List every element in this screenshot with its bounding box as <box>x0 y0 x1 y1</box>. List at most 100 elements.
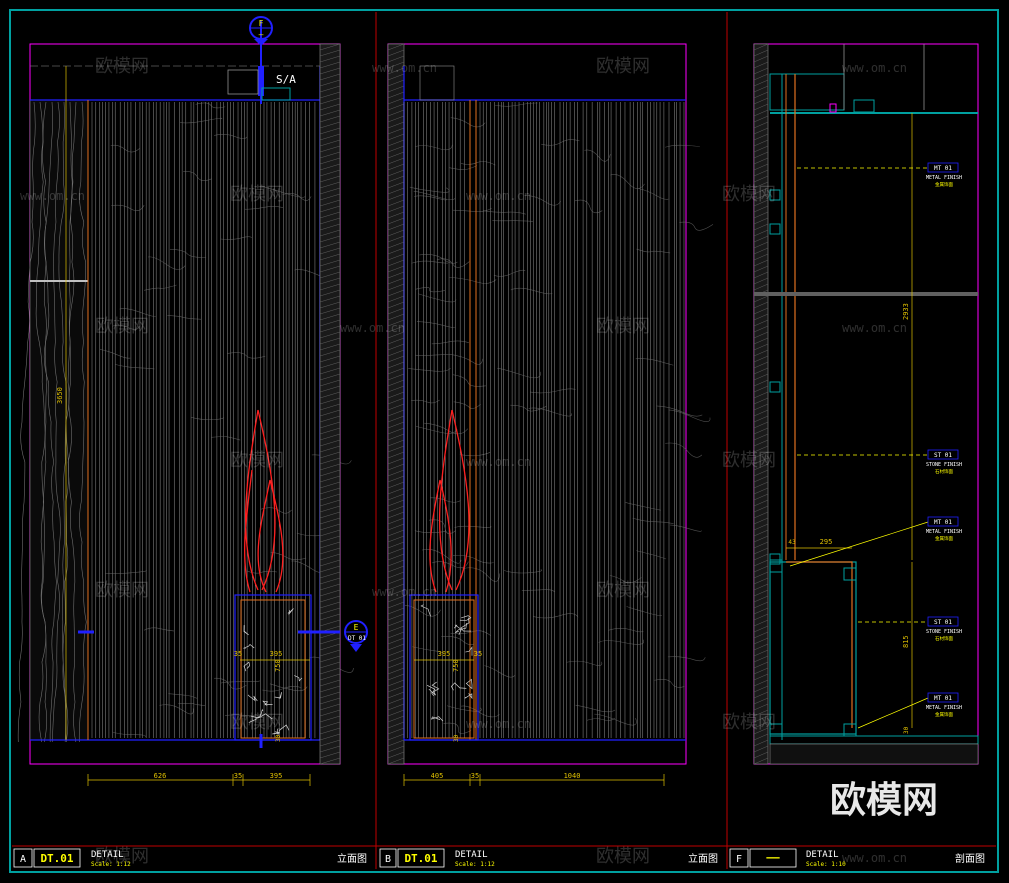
panel-f-code: —— <box>766 851 780 864</box>
panel-f-section <box>753 43 979 765</box>
watermark-brand: 欧模网 <box>596 316 650 337</box>
callout-leader-3 <box>789 521 929 567</box>
panel-f-ceiling-frame <box>769 73 845 111</box>
panel-b-scale: Scale: 1:12 <box>455 861 495 868</box>
panel-b-code: DT.01 <box>404 852 437 865</box>
callout-leader-5 <box>857 697 929 729</box>
panel-a-box-h: 750 <box>274 659 282 672</box>
callout-4-en: STONE FINISH <box>926 629 962 635</box>
callout-5-cn: 金属饰面 <box>935 711 953 718</box>
watermark-url: www.om.cn <box>372 61 437 75</box>
panel-b-title: DETAIL <box>455 850 488 860</box>
callout-1-code: MT 01 <box>934 165 952 172</box>
watermark-brand: 欧模网 <box>722 450 776 471</box>
panel-b-box-h: 750 <box>452 659 460 672</box>
callout-3-cn: 金属饰面 <box>935 535 953 542</box>
panel-f-floor-hatch <box>769 743 979 765</box>
watermark-brand: 欧模网 <box>596 56 650 77</box>
panel-a-id: A <box>20 854 26 865</box>
callout-5-en: METAL FINISH <box>926 705 962 711</box>
panel-a-type: 立面图 <box>337 852 367 865</box>
panel-f-upper-dim: 2933 <box>902 303 910 320</box>
panel-b-fire-box-inner <box>413 599 475 739</box>
panel-f-lower-dim: 815 <box>902 635 910 648</box>
panel-b-flame <box>429 409 470 593</box>
watermark-brand: 欧模网 <box>722 712 776 733</box>
panel-f-title: DETAIL <box>806 850 839 860</box>
callout-4-code: ST 01 <box>934 619 952 626</box>
panel-a-dim-1: 626 <box>154 772 167 780</box>
watermark-url: www.om.cn <box>466 717 531 731</box>
panel-a-box-b: 30 <box>275 734 282 742</box>
watermark-url: www.om.cn <box>466 189 531 203</box>
callout-3-code: MT 01 <box>934 519 952 526</box>
watermark-url: www.om.cn <box>842 321 907 335</box>
sa-label: S/A <box>276 73 296 86</box>
watermark-url: www.om.cn <box>340 321 405 335</box>
panel-b-box-b: 30 <box>453 734 460 742</box>
callout-3: MT 01 METAL FINISH 金属饰面 <box>926 516 962 542</box>
panel-a-dim-3: 395 <box>270 772 283 780</box>
watermark-url: www.om.cn <box>372 585 437 599</box>
top-marker-ref: — <box>259 30 264 39</box>
callout-5-code: MT 01 <box>934 695 952 702</box>
panel-f-box <box>769 561 857 735</box>
watermark-url: www.om.cn <box>842 61 907 75</box>
watermark-brand: 欧模网 <box>596 580 650 601</box>
callout-1: MT 01 METAL FINISH 金属饰面 <box>926 162 962 188</box>
panel-f-wall-hatch <box>753 43 769 765</box>
watermark-brand: 欧模网 <box>95 56 149 77</box>
panel-b-dim-1: 405 <box>431 772 444 780</box>
watermark-url: www.om.cn <box>466 455 531 469</box>
watermark-brand: 欧模网 <box>95 316 149 337</box>
cad-drawing: F — E DT 01 S/A 3650 626 35 395 395 35 7… <box>9 9 999 873</box>
callout-2-code: ST 01 <box>934 452 952 459</box>
watermark-brand: 欧模网 <box>722 184 776 205</box>
panel-b-dim-3: 1040 <box>564 772 581 780</box>
panel-f-type: 剖面图 <box>955 852 985 865</box>
callout-2: ST 01 STONE FINISH 石材饰面 <box>926 449 962 475</box>
panel-f-gap-dim: 43 <box>788 539 796 546</box>
panel-a-title: DETAIL <box>91 850 124 860</box>
panel-a-wall-hatch <box>319 43 341 765</box>
side-marker-ref: DT 01 <box>348 635 366 642</box>
callout-1-en: METAL FINISH <box>926 175 962 181</box>
panel-b-wall-hatch <box>387 43 405 765</box>
callout-1-cn: 金属饰面 <box>935 181 953 188</box>
callout-4: ST 01 STONE FINISH 石材饰面 <box>926 616 962 642</box>
watermark-brand: 欧模网 <box>230 712 284 733</box>
panel-f-viewport <box>753 43 979 765</box>
panel-a-feature-wall <box>87 99 321 741</box>
panel-b-viewport <box>387 43 687 765</box>
panel-a-vertical-strips <box>91 102 354 738</box>
panel-b-dim-2: 35 <box>471 772 479 780</box>
panel-f-base-dim: 30 <box>903 726 910 734</box>
watermark-brand: 欧模网 <box>596 846 650 867</box>
panel-a-height-dim: 3650 <box>56 387 64 404</box>
watermark-url: www.om.cn <box>20 189 85 203</box>
panel-a-code: DT.01 <box>40 852 73 865</box>
callout-4-cn: 石材饰面 <box>935 635 953 642</box>
side-marker-letter: E <box>354 623 359 632</box>
panel-a-elevation <box>17 43 354 786</box>
panel-a-box-l: 35 <box>234 650 242 658</box>
top-marker-letter: F <box>259 19 264 28</box>
callout-3-en: METAL FINISH <box>926 529 962 535</box>
panel-f-floor-slab <box>769 735 979 745</box>
watermark-brand: 欧模网 <box>95 580 149 601</box>
panel-a-dim-2: 35 <box>234 772 242 780</box>
watermark-url: www.om.cn <box>842 851 907 865</box>
panel-b-box-r: 35 <box>474 650 482 658</box>
panel-b-type: 立面图 <box>688 852 718 865</box>
sheet-border <box>9 9 999 873</box>
panel-a-scale: Scale: 1:12 <box>91 861 131 868</box>
watermark-brand: 欧模网 <box>230 184 284 205</box>
watermark-brand: 欧模网 <box>230 450 284 471</box>
panel-f-depth-dim: 295 <box>820 538 833 546</box>
panel-b-box-w: 395 <box>438 650 451 658</box>
panel-f-id: F <box>736 854 742 865</box>
panel-f-scale: Scale: 1:10 <box>806 861 846 868</box>
callout-5: MT 01 METAL FINISH 金属饰面 <box>926 692 962 718</box>
callout-2-en: STONE FINISH <box>926 462 962 468</box>
callout-2-cn: 石材饰面 <box>935 468 953 475</box>
